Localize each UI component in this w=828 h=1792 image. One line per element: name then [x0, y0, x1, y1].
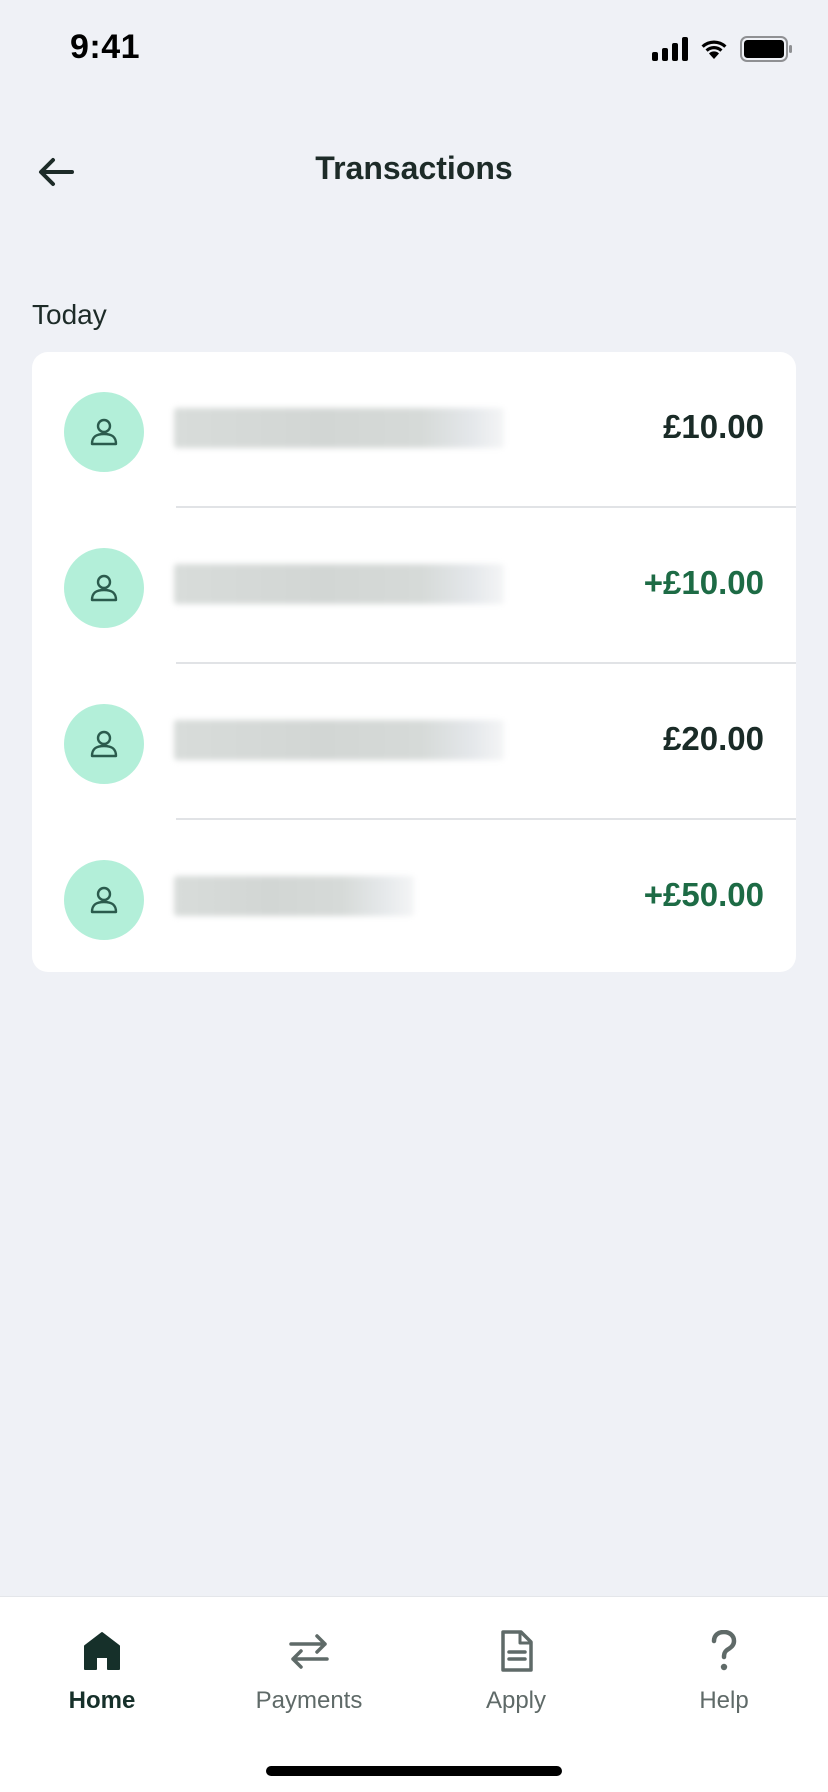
transaction-amount: £20.00: [663, 720, 764, 757]
transaction-amount: +£50.00: [643, 876, 764, 913]
transaction-row[interactable]: +£10.00: [32, 508, 796, 664]
cellular-signal-icon: [652, 37, 688, 61]
person-icon: [90, 730, 118, 758]
transaction-amount: £10.00: [663, 408, 764, 445]
document-icon: [501, 1630, 533, 1672]
transfer-icon: [289, 1634, 329, 1669]
person-icon: [90, 886, 118, 914]
nav-item-payments[interactable]: Payments: [219, 1627, 399, 1727]
transaction-row[interactable]: £10.00: [32, 352, 796, 508]
status-time: 9:41: [70, 28, 141, 66]
nav-label: Help: [699, 1687, 749, 1714]
avatar: [64, 704, 144, 784]
redacted-name: [174, 408, 504, 448]
avatar: [64, 392, 144, 472]
transaction-amount: +£10.00: [643, 564, 764, 601]
nav-label: Payments: [255, 1687, 363, 1714]
person-icon: [90, 418, 118, 446]
avatar: [64, 860, 144, 940]
transaction-row[interactable]: £20.00: [32, 664, 796, 820]
battery-icon: [740, 36, 792, 62]
status-bar: 9:41: [0, 0, 828, 100]
wifi-icon: [701, 40, 727, 59]
help-icon: [711, 1630, 737, 1671]
header: Transactions: [0, 130, 828, 214]
avatar: [64, 548, 144, 628]
redacted-name: [174, 876, 414, 916]
home-icon: [84, 1632, 120, 1670]
nav-item-home[interactable]: Home: [12, 1627, 192, 1727]
nav-item-apply[interactable]: Apply: [426, 1627, 606, 1727]
home-indicator: [266, 1766, 562, 1776]
redacted-name: [174, 564, 504, 604]
bottom-nav: Home Payments Apply Help: [0, 1596, 828, 1792]
redacted-name: [174, 720, 504, 760]
nav-item-help[interactable]: Help: [634, 1627, 814, 1727]
transactions-card: £10.00 +£10.00 £20.00 +£50.00: [32, 352, 796, 972]
page-title: Transactions: [315, 150, 513, 186]
transaction-row[interactable]: +£50.00: [32, 820, 796, 972]
section-label-today: Today: [32, 299, 107, 330]
nav-label: Apply: [485, 1687, 547, 1714]
nav-label: Home: [68, 1687, 136, 1714]
person-icon: [90, 574, 118, 602]
status-icons: [652, 36, 794, 62]
